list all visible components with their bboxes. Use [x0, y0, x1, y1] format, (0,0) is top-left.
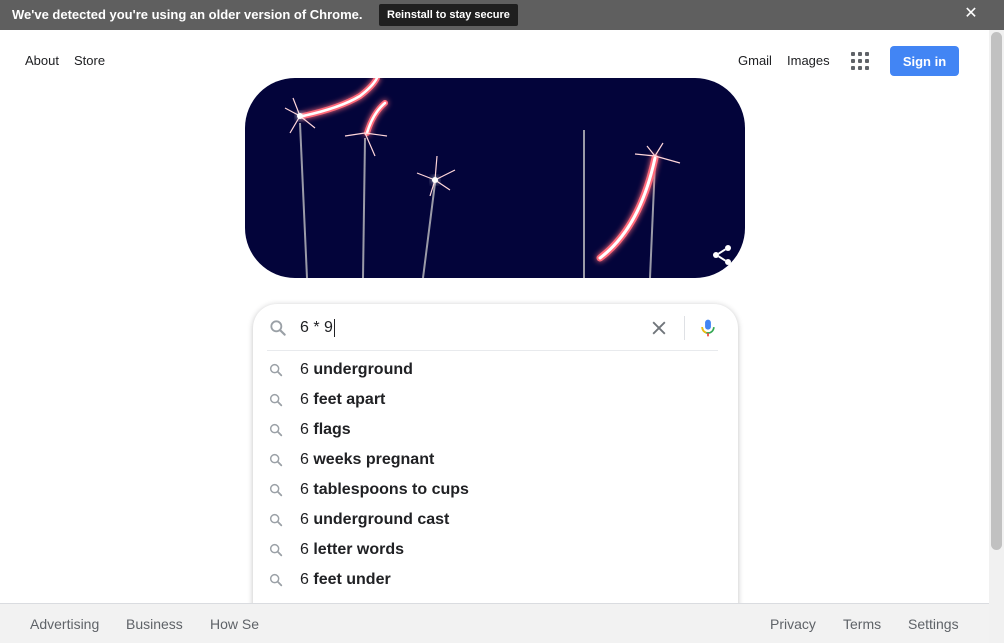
reinstall-button[interactable]: Reinstall to stay secure	[379, 4, 518, 26]
search-icon	[269, 453, 283, 467]
suggestion-completion: letter words	[313, 541, 405, 558]
suggestion-item[interactable]: 6 weeks pregnant	[253, 445, 738, 475]
store-link[interactable]: Store	[74, 53, 105, 68]
update-banner: We've detected you're using an older ver…	[0, 0, 1004, 30]
advertising-link[interactable]: Advertising	[30, 616, 99, 632]
banner-message: We've detected you're using an older ver…	[12, 7, 363, 22]
suggestion-item[interactable]: 6 flags	[253, 415, 738, 445]
suggestion-item[interactable]: 6 feet apart	[253, 385, 738, 415]
suggestion-item[interactable]: 6 feet under	[253, 565, 738, 595]
suggestion-completion: flags	[313, 421, 351, 438]
suggestion-prefix: 6	[300, 571, 309, 588]
how-search-works-link[interactable]: How Se	[210, 616, 259, 632]
page: We've detected you're using an older ver…	[0, 0, 1004, 643]
about-link[interactable]: About	[25, 53, 59, 68]
suggestion-text: 6 flags	[300, 421, 351, 439]
search-icon	[269, 573, 283, 587]
doodle-image[interactable]	[245, 78, 745, 278]
suggestion-text: 6 weeks pregnant	[300, 451, 434, 469]
sign-in-button[interactable]: Sign in	[890, 46, 959, 76]
apps-grid-icon[interactable]	[850, 51, 870, 71]
search-icon	[269, 543, 283, 557]
microphone-icon[interactable]	[698, 317, 718, 339]
suggestion-prefix: 6	[300, 481, 309, 498]
search-icon	[270, 320, 286, 336]
close-icon[interactable]: ✕	[962, 5, 980, 23]
suggestion-completion: tablespoons to cups	[313, 481, 469, 498]
share-icon[interactable]	[710, 243, 734, 267]
suggestion-text: 6 letter words	[300, 541, 404, 559]
search-bar	[253, 304, 738, 350]
suggestion-completion: underground cast	[313, 511, 450, 528]
suggestions-divider	[267, 350, 718, 351]
search-icon	[269, 423, 283, 437]
clear-icon[interactable]	[649, 318, 669, 338]
terms-link[interactable]: Terms	[843, 616, 881, 632]
suggestion-item[interactable]: 6 letter words	[253, 535, 738, 565]
suggestion-prefix: 6	[300, 451, 309, 468]
suggestion-completion: feet apart	[313, 391, 386, 408]
suggestion-item[interactable]: 6 underground cast	[253, 505, 738, 535]
suggestion-completion: feet under	[313, 571, 391, 588]
suggestion-text: 6 feet under	[300, 571, 391, 589]
search-input[interactable]	[300, 318, 630, 338]
search-icon	[269, 363, 283, 377]
suggestion-completion: underground	[313, 361, 413, 378]
settings-link[interactable]: Settings	[908, 616, 959, 632]
suggestion-text: 6 underground cast	[300, 511, 449, 529]
footer: Advertising Business How Se Privacy Term…	[0, 603, 989, 643]
suggestion-prefix: 6	[300, 361, 309, 378]
suggestion-item[interactable]: 6 tablespoons to cups	[253, 475, 738, 505]
suggestion-text: 6 underground	[300, 361, 413, 379]
suggestion-prefix: 6	[300, 511, 309, 528]
privacy-link[interactable]: Privacy	[770, 616, 816, 632]
images-link[interactable]: Images	[787, 53, 830, 68]
search-divider	[684, 316, 685, 340]
suggestion-text: 6 feet apart	[300, 391, 385, 409]
search-box: 6 underground6 feet apart6 flags6 weeks …	[253, 304, 738, 643]
scrollbar-thumb[interactable]	[991, 32, 1002, 550]
scrollbar[interactable]	[989, 30, 1004, 643]
suggestion-text: 6 tablespoons to cups	[300, 481, 469, 499]
suggestion-prefix: 6	[300, 541, 309, 558]
business-link[interactable]: Business	[126, 616, 183, 632]
text-cursor	[334, 319, 335, 337]
sparklers-illustration	[284, 78, 681, 278]
suggestion-item[interactable]: 6 underground	[253, 355, 738, 385]
gmail-link[interactable]: Gmail	[738, 53, 772, 68]
suggestion-prefix: 6	[300, 391, 309, 408]
suggestion-completion: weeks pregnant	[313, 451, 435, 468]
search-icon	[269, 483, 283, 497]
search-icon	[269, 513, 283, 527]
search-icon	[269, 393, 283, 407]
suggestion-prefix: 6	[300, 421, 309, 438]
